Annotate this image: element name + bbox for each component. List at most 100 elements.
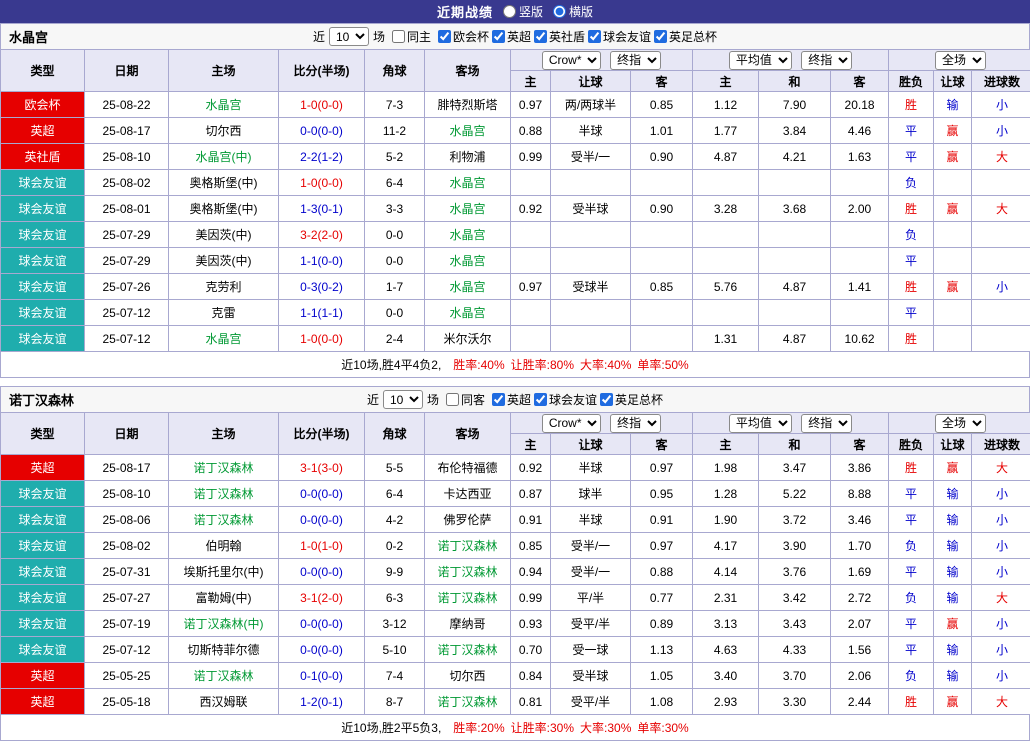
league-checkbox[interactable] — [438, 30, 451, 43]
final-index-select[interactable]: 终指 — [610, 414, 661, 433]
home-team[interactable]: 埃斯托里尔(中) — [169, 559, 279, 585]
subcol-odds-home: 主 — [511, 71, 551, 92]
home-team[interactable]: 美因茨(中) — [169, 222, 279, 248]
away-team[interactable]: 水晶宫 — [425, 222, 511, 248]
league-filter[interactable]: 英社盾 — [534, 28, 585, 45]
score[interactable]: 2-2(1-2) — [279, 144, 365, 170]
league-checkbox[interactable] — [492, 30, 505, 43]
away-team[interactable]: 水晶宫 — [425, 300, 511, 326]
away-team[interactable]: 水晶宫 — [425, 248, 511, 274]
away-team[interactable]: 诺丁汉森林 — [425, 689, 511, 715]
away-team[interactable]: 诺丁汉森林 — [425, 533, 511, 559]
home-team[interactable]: 切斯特菲尔德 — [169, 637, 279, 663]
score[interactable]: 0-0(0-0) — [279, 507, 365, 533]
home-team[interactable]: 诺丁汉森林(中) — [169, 611, 279, 637]
home-team[interactable]: 克雷 — [169, 300, 279, 326]
score[interactable]: 1-2(0-1) — [279, 689, 365, 715]
home-team[interactable]: 伯明翰 — [169, 533, 279, 559]
home-team[interactable]: 水晶宫 — [169, 326, 279, 352]
score[interactable]: 3-1(3-0) — [279, 455, 365, 481]
away-team[interactable]: 诺丁汉森林 — [425, 637, 511, 663]
matches-table: 类型 日期 主场 比分(半场) 角球 客场 Crow* 终指 平均值 终指 全场 — [0, 49, 1030, 352]
league-checkbox[interactable] — [600, 393, 613, 406]
fulltime-select[interactable]: 全场 — [935, 414, 986, 433]
layout-horizontal-option[interactable]: 横版 — [553, 3, 593, 20]
same-venue-checkbox[interactable] — [392, 30, 405, 43]
away-team[interactable]: 腓特烈斯塔 — [425, 92, 511, 118]
home-team[interactable]: 西汉姆联 — [169, 689, 279, 715]
league-checkbox[interactable] — [492, 393, 505, 406]
score[interactable]: 3-1(2-0) — [279, 585, 365, 611]
score[interactable]: 0-0(0-0) — [279, 611, 365, 637]
score[interactable]: 3-2(2-0) — [279, 222, 365, 248]
away-team[interactable]: 摩纳哥 — [425, 611, 511, 637]
score[interactable]: 1-0(0-0) — [279, 326, 365, 352]
vertical-radio[interactable] — [503, 5, 516, 18]
away-team[interactable]: 米尔沃尔 — [425, 326, 511, 352]
final-index-select[interactable]: 终指 — [610, 51, 661, 70]
home-team[interactable]: 切尔西 — [169, 118, 279, 144]
same-venue-filter[interactable]: 同客 — [446, 391, 485, 408]
score[interactable]: 1-0(0-0) — [279, 170, 365, 196]
home-team[interactable]: 诺丁汉森林 — [169, 663, 279, 689]
average-select[interactable]: 平均值 — [729, 51, 792, 70]
same-venue-filter[interactable]: 同主 — [392, 28, 431, 45]
home-team[interactable]: 美因茨(中) — [169, 248, 279, 274]
home-team[interactable]: 水晶宫 — [169, 92, 279, 118]
home-team[interactable]: 克劳利 — [169, 274, 279, 300]
score[interactable]: 0-0(0-0) — [279, 559, 365, 585]
league-checkbox[interactable] — [534, 393, 547, 406]
away-team[interactable]: 诺丁汉森林 — [425, 559, 511, 585]
score[interactable]: 1-1(0-0) — [279, 248, 365, 274]
final-index-select-2[interactable]: 终指 — [801, 51, 852, 70]
games-label: 场 — [427, 391, 439, 408]
score[interactable]: 1-0(0-0) — [279, 92, 365, 118]
league-filter[interactable]: 英超 — [492, 391, 531, 408]
away-team[interactable]: 水晶宫 — [425, 196, 511, 222]
company-select[interactable]: Crow* — [542, 51, 601, 70]
away-team[interactable]: 水晶宫 — [425, 170, 511, 196]
away-team[interactable]: 诺丁汉森林 — [425, 585, 511, 611]
horizontal-radio[interactable] — [553, 5, 566, 18]
away-team[interactable]: 布伦特福德 — [425, 455, 511, 481]
match-count-select[interactable]: 10 — [329, 27, 369, 46]
company-select[interactable]: Crow* — [542, 414, 601, 433]
away-team[interactable]: 水晶宫 — [425, 274, 511, 300]
league-checkbox[interactable] — [654, 30, 667, 43]
away-team[interactable]: 切尔西 — [425, 663, 511, 689]
match-count-select[interactable]: 10 — [383, 390, 423, 409]
away-team[interactable]: 卡达西亚 — [425, 481, 511, 507]
away-team[interactable]: 佛罗伦萨 — [425, 507, 511, 533]
league-filter[interactable]: 球会友谊 — [534, 391, 597, 408]
layout-vertical-option[interactable]: 竖版 — [503, 3, 543, 20]
average-select[interactable]: 平均值 — [729, 414, 792, 433]
home-team[interactable]: 富勒姆(中) — [169, 585, 279, 611]
score[interactable]: 1-1(1-1) — [279, 300, 365, 326]
home-team[interactable]: 诺丁汉森林 — [169, 455, 279, 481]
score[interactable]: 1-0(1-0) — [279, 533, 365, 559]
final-index-select-2[interactable]: 终指 — [801, 414, 852, 433]
league-filter[interactable]: 球会友谊 — [588, 28, 651, 45]
league-filter[interactable]: 英超 — [492, 28, 531, 45]
score[interactable]: 0-0(0-0) — [279, 481, 365, 507]
score[interactable]: 0-0(0-0) — [279, 118, 365, 144]
home-team[interactable]: 奥格斯堡(中) — [169, 196, 279, 222]
score[interactable]: 0-3(0-2) — [279, 274, 365, 300]
score[interactable]: 0-1(0-0) — [279, 663, 365, 689]
fulltime-select[interactable]: 全场 — [935, 51, 986, 70]
home-team[interactable]: 诺丁汉森林 — [169, 507, 279, 533]
same-venue-checkbox[interactable] — [446, 393, 459, 406]
league-checkbox[interactable] — [534, 30, 547, 43]
away-team[interactable]: 利物浦 — [425, 144, 511, 170]
league-filter[interactable]: 英足总杯 — [600, 391, 663, 408]
home-team[interactable]: 诺丁汉森林 — [169, 481, 279, 507]
league-filter[interactable]: 英足总杯 — [654, 28, 717, 45]
league-checkbox[interactable] — [588, 30, 601, 43]
score[interactable]: 0-0(0-0) — [279, 637, 365, 663]
away-team[interactable]: 水晶宫 — [425, 118, 511, 144]
home-team[interactable]: 奥格斯堡(中) — [169, 170, 279, 196]
home-team[interactable]: 水晶宫(中) — [169, 144, 279, 170]
league-filter[interactable]: 欧会杯 — [438, 28, 489, 45]
odds-away: 1.05 — [631, 663, 693, 689]
score[interactable]: 1-3(0-1) — [279, 196, 365, 222]
